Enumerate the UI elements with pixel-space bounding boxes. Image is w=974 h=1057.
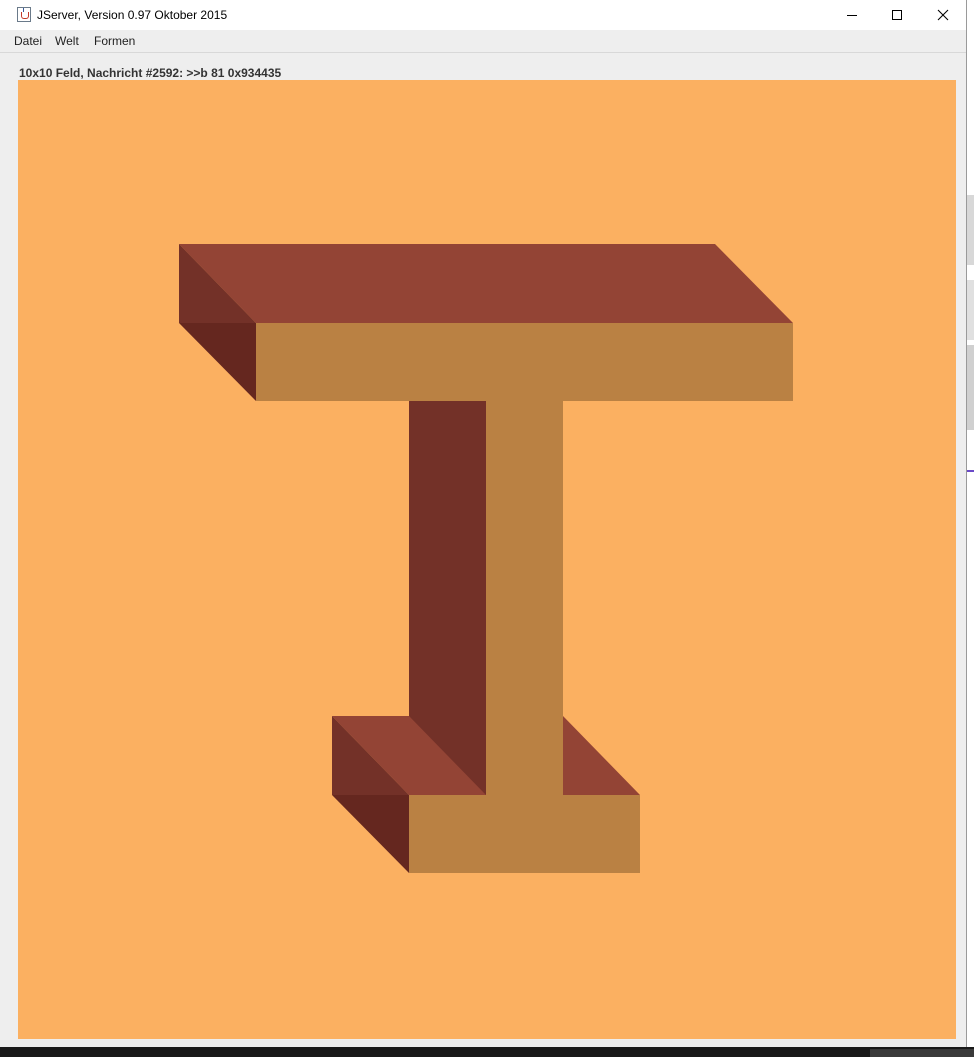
top-bar-top-face xyxy=(179,244,793,323)
menu-formen[interactable]: Formen xyxy=(94,34,135,48)
menu-datei[interactable]: Datei xyxy=(14,34,42,48)
minimize-icon xyxy=(847,15,857,16)
jserver-window: JServer, Version 0.97 Oktober 2015 Datei… xyxy=(0,0,967,1047)
status-message: 10x10 Feld, Nachricht #2592: >>b 81 0x93… xyxy=(19,66,282,80)
menu-bar: Datei Welt Formen xyxy=(0,30,966,53)
minimize-button[interactable] xyxy=(829,0,875,30)
close-button[interactable] xyxy=(920,0,966,30)
window-title: JServer, Version 0.97 Oktober 2015 xyxy=(37,8,228,22)
board-canvas[interactable] xyxy=(18,80,956,1039)
maximize-button[interactable] xyxy=(874,0,920,30)
java-app-icon xyxy=(17,7,31,22)
menu-welt[interactable]: Welt xyxy=(55,34,79,48)
close-icon xyxy=(937,9,949,21)
maximize-icon xyxy=(892,10,902,20)
taskbar-edge xyxy=(0,1047,974,1057)
bottom-bar-front-face xyxy=(409,795,640,873)
stem-front-face xyxy=(486,401,563,795)
top-bar-front-face xyxy=(256,323,793,401)
background-window-edge xyxy=(967,0,974,1057)
title-bar[interactable]: JServer, Version 0.97 Oktober 2015 xyxy=(0,0,966,30)
